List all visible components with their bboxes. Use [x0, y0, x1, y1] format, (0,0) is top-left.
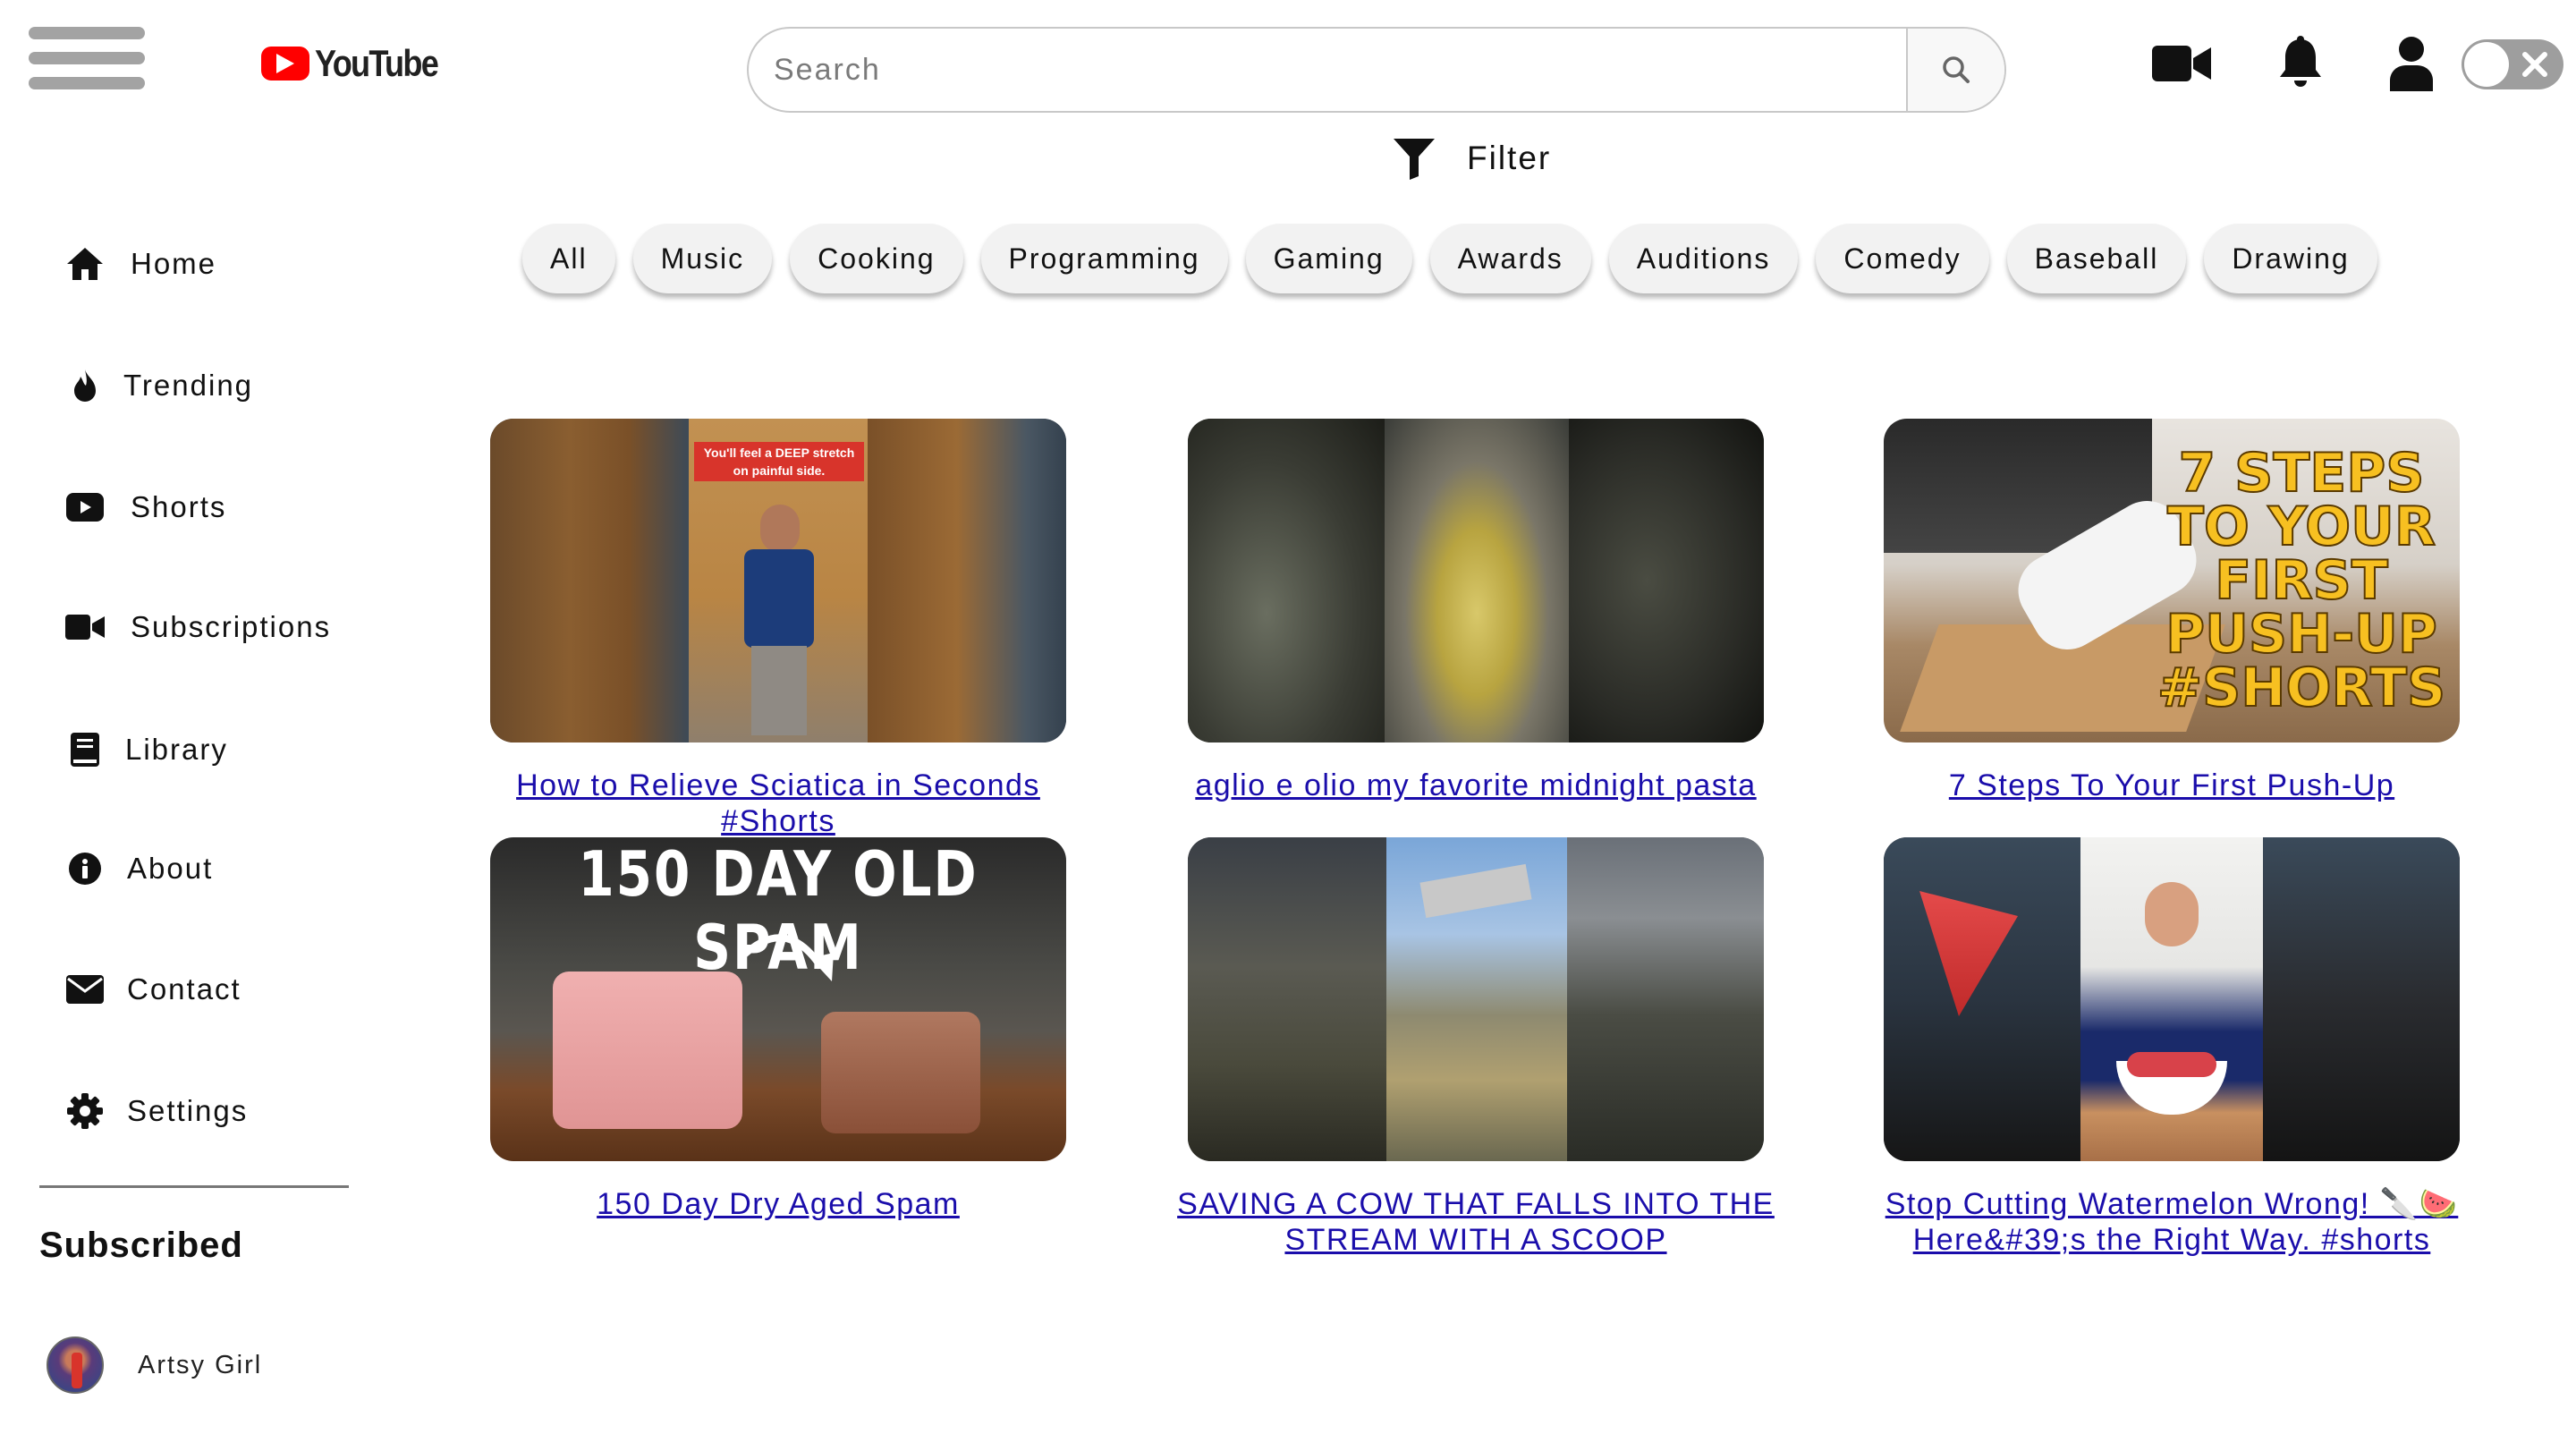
filter-button[interactable]: Filter [1392, 134, 1551, 182]
search-button[interactable] [1906, 29, 2004, 111]
curved-arrow-icon [738, 934, 834, 981]
video-camera-icon [2152, 46, 2211, 81]
video-card: 150 DAY OLD SPAM 150 Day Dry Aged Spam [465, 837, 1091, 1222]
video-thumbnail[interactable]: You'll feel a DEEP stretch on painful si… [490, 419, 1066, 742]
sidebar-item-contact[interactable]: Contact [64, 964, 242, 1014]
sidebar-item-about[interactable]: About [64, 844, 213, 894]
theme-toggle[interactable] [2462, 39, 2563, 89]
fire-icon [64, 365, 106, 406]
video-card: Stop Cutting Watermelon Wrong! 🔪🍉 Here&#… [1859, 837, 2485, 1258]
hamburger-bar [29, 27, 145, 39]
notifications-button[interactable] [2274, 34, 2327, 91]
video-title-link[interactable]: 7 Steps To Your First Push-Up [1859, 768, 2485, 803]
filter-label: Filter [1467, 140, 1552, 176]
envelope-icon [64, 969, 106, 1010]
hamburger-bar [29, 77, 145, 89]
video-title-link[interactable]: How to Relieve Sciatica in Seconds #Shor… [465, 768, 1091, 839]
thumbnail-caption: You'll feel a DEEP stretch on painful si… [694, 442, 864, 481]
chip-gaming[interactable]: Gaming [1245, 224, 1412, 293]
sidebar-item-library[interactable]: Library [64, 725, 228, 775]
book-icon [64, 729, 106, 770]
create-video-button[interactable] [2150, 39, 2213, 88]
sidebar-item-trending[interactable]: Trending [64, 361, 253, 411]
gear-icon [64, 1090, 106, 1132]
video-thumbnail[interactable] [1188, 837, 1764, 1161]
chip-programming[interactable]: Programming [980, 224, 1228, 293]
hamburger-menu-button[interactable] [29, 27, 145, 89]
filter-icon [1394, 139, 1435, 180]
chip-awards[interactable]: Awards [1429, 224, 1591, 293]
chip-cooking[interactable]: Cooking [790, 224, 963, 293]
video-thumbnail[interactable] [1884, 837, 2460, 1161]
search-icon [1943, 56, 1970, 83]
chip-baseball[interactable]: Baseball [2006, 224, 2187, 293]
play-logo-icon [261, 47, 309, 81]
chip-music[interactable]: Music [632, 224, 773, 293]
play-icon [64, 487, 106, 528]
sidebar-item-label: Home [131, 247, 217, 280]
close-icon [2522, 52, 2547, 77]
sidebar-item-label: Library [125, 733, 228, 766]
video-title-link[interactable]: Stop Cutting Watermelon Wrong! 🔪🍉 Here&#… [1859, 1186, 2485, 1258]
sidebar-item-home[interactable]: Home [64, 239, 216, 289]
chip-drawing[interactable]: Drawing [2204, 224, 2377, 293]
sidebar-item-label: Settings [127, 1094, 249, 1127]
youtube-logo[interactable]: YouTube [261, 42, 457, 84]
sidebar-item-label: Trending [123, 369, 254, 402]
user-icon [2390, 37, 2433, 91]
sidebar-divider [39, 1185, 349, 1188]
sidebar-item-label: Subscriptions [131, 610, 332, 643]
account-button[interactable] [2385, 34, 2438, 93]
video-card: SAVING A COW THAT FALLS INTO THE STREAM … [1163, 837, 1789, 1258]
category-chips: All Music Cooking Programming Gaming Awa… [522, 224, 2377, 293]
video-card: You'll feel a DEEP stretch on painful si… [465, 419, 1091, 839]
bell-icon [2280, 36, 2321, 87]
video-card: aglio e olio my favorite midnight pasta [1163, 419, 1789, 803]
video-thumbnail[interactable] [1188, 419, 1764, 742]
video-card: 7 STEPS TO YOUR FIRST PUSH-UP #SHORTS 7 … [1859, 419, 2485, 803]
logo-text: YouTube [315, 42, 439, 84]
home-icon [64, 243, 106, 284]
info-icon [64, 848, 106, 889]
video-title-link[interactable]: aglio e olio my favorite midnight pasta [1163, 768, 1789, 803]
video-title-link[interactable]: SAVING A COW THAT FALLS INTO THE STREAM … [1163, 1186, 1789, 1258]
sidebar-item-label: Contact [127, 972, 242, 1006]
chip-auditions[interactable]: Auditions [1608, 224, 1799, 293]
sidebar-item-subscriptions[interactable]: Subscriptions [64, 602, 331, 652]
subscribed-heading: Subscribed [39, 1226, 243, 1265]
video-thumbnail[interactable]: 7 STEPS TO YOUR FIRST PUSH-UP #SHORTS [1884, 419, 2460, 742]
video-camera-icon [64, 607, 106, 648]
avatar [47, 1336, 104, 1394]
chip-all[interactable]: All [522, 224, 615, 293]
subscription-name: Artsy Girl [138, 1350, 263, 1379]
sidebar-item-shorts[interactable]: Shorts [64, 482, 226, 532]
sidebar-item-label: About [127, 852, 214, 885]
hamburger-bar [29, 52, 145, 64]
chip-comedy[interactable]: Comedy [1816, 224, 1989, 293]
toggle-knob [2464, 42, 2509, 87]
sidebar-item-label: Shorts [131, 490, 227, 523]
video-thumbnail[interactable]: 150 DAY OLD SPAM [490, 837, 1066, 1161]
search-input[interactable] [749, 29, 1906, 111]
sidebar-item-settings[interactable]: Settings [64, 1086, 248, 1136]
subscription-item-artsy-girl[interactable]: Artsy Girl [47, 1336, 262, 1394]
thumbnail-caption: 7 STEPS TO YOUR FIRST PUSH-UP #SHORTS [2157, 442, 2446, 719]
video-title-link[interactable]: 150 Day Dry Aged Spam [465, 1186, 1091, 1222]
search-bar [747, 27, 2006, 113]
